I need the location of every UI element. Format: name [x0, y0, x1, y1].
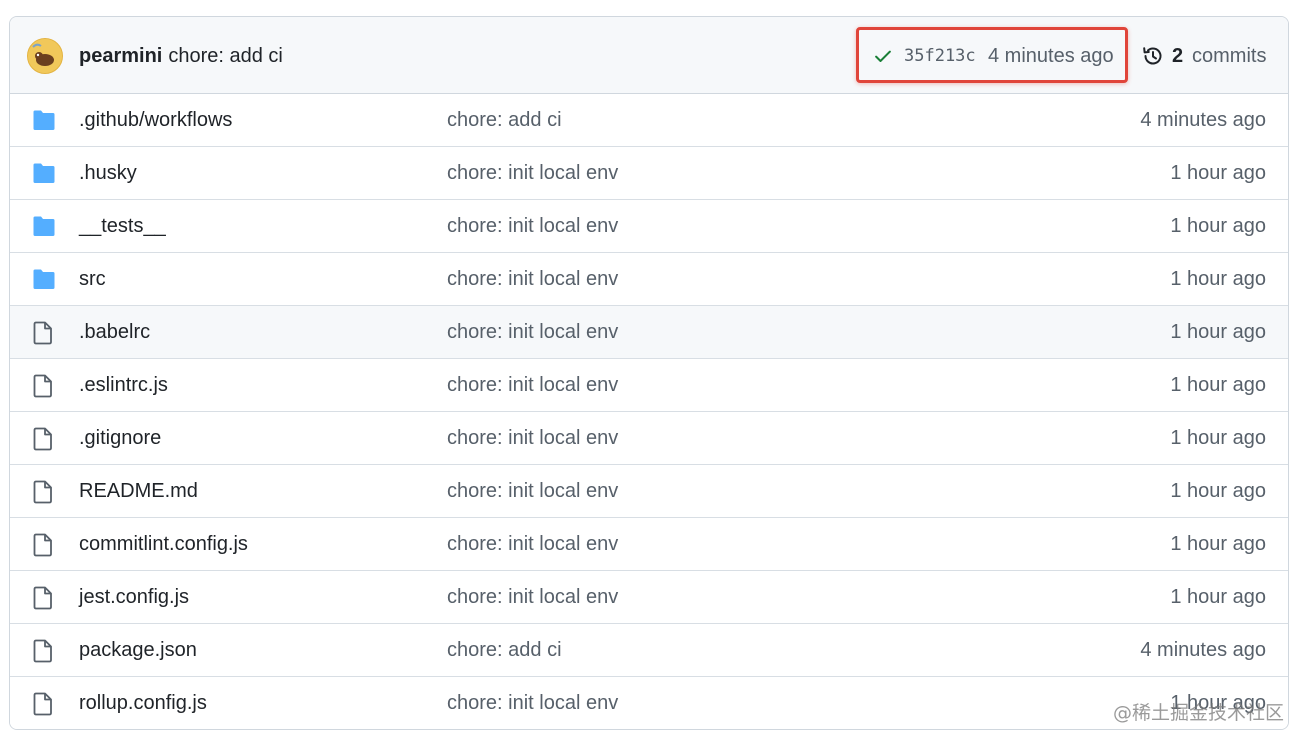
- folder-icon: [32, 162, 56, 189]
- file-name[interactable]: .github/workflows: [79, 107, 232, 133]
- commit-author-line: pearmini chore: add ci: [79, 43, 283, 69]
- file-commit-message[interactable]: chore: init local env: [447, 160, 618, 186]
- file-icon: [32, 480, 54, 509]
- file-name[interactable]: src: [79, 266, 106, 292]
- file-commit-message[interactable]: chore: add ci: [447, 107, 562, 133]
- latest-commit-bar: pearmini chore: add ci 35f213c 4 minutes …: [10, 17, 1288, 94]
- file-row[interactable]: .husky chore: init local env 1 hour ago: [10, 146, 1288, 199]
- file-row[interactable]: jest.config.js chore: init local env 1 hou…: [10, 570, 1288, 623]
- file-icon: [32, 586, 54, 615]
- file-commit-message[interactable]: chore: init local env: [447, 690, 618, 716]
- commit-author[interactable]: pearmini: [79, 45, 162, 67]
- file-commit-time: 1 hour ago: [1170, 480, 1266, 502]
- file-commit-message[interactable]: chore: init local env: [447, 584, 618, 610]
- commit-count: 2: [1172, 45, 1184, 67]
- commit-meta-highlight: 35f213c 4 minutes ago: [856, 27, 1128, 83]
- file-row[interactable]: package.json chore: add ci 4 minutes ago: [10, 623, 1288, 676]
- file-name[interactable]: rollup.config.js: [79, 690, 207, 716]
- file-commit-message[interactable]: chore: add ci: [447, 637, 562, 663]
- file-row[interactable]: .babelrc chore: init local env 1 hour ago: [10, 305, 1288, 358]
- folder-icon: [32, 215, 56, 242]
- file-row[interactable]: .gitignore chore: init local env 1 hour ag…: [10, 411, 1288, 464]
- file-icon: [32, 321, 54, 350]
- file-commit-time: 1 hour ago: [1170, 427, 1266, 449]
- file-commit-time: 4 minutes ago: [1140, 109, 1266, 131]
- file-icon: [32, 639, 54, 668]
- file-row[interactable]: .github/workflows chore: add ci 4 minutes …: [10, 94, 1288, 146]
- commit-count-label: commits: [1192, 45, 1267, 67]
- file-name[interactable]: .gitignore: [79, 425, 161, 451]
- file-commit-time: 1 hour ago: [1170, 268, 1266, 290]
- file-commit-time: 1 hour ago: [1170, 374, 1266, 396]
- file-name[interactable]: .eslintrc.js: [79, 372, 168, 398]
- folder-icon: [32, 268, 56, 295]
- file-commit-time: 1 hour ago: [1170, 586, 1266, 608]
- file-commit-time: 1 hour ago: [1170, 321, 1266, 343]
- author-avatar[interactable]: [27, 38, 63, 74]
- file-browser: pearmini chore: add ci 35f213c 4 minutes …: [9, 16, 1289, 730]
- file-commit-message[interactable]: chore: init local env: [447, 425, 618, 451]
- file-name[interactable]: jest.config.js: [79, 584, 189, 610]
- file-commit-message[interactable]: chore: init local env: [447, 319, 618, 345]
- folder-icon: [32, 109, 56, 136]
- commit-message[interactable]: chore: add ci: [168, 45, 283, 67]
- file-row[interactable]: README.md chore: init local env 1 hour ago: [10, 464, 1288, 517]
- file-row[interactable]: __tests__ chore: init local env 1 hour ago: [10, 199, 1288, 252]
- check-icon[interactable]: [873, 46, 893, 71]
- file-name[interactable]: .husky: [79, 160, 137, 186]
- file-commit-message[interactable]: chore: init local env: [447, 531, 618, 557]
- file-commit-message[interactable]: chore: init local env: [447, 478, 618, 504]
- file-name[interactable]: package.json: [79, 637, 197, 663]
- file-row[interactable]: .eslintrc.js chore: init local env 1 hour …: [10, 358, 1288, 411]
- file-row[interactable]: src chore: init local env 1 hour ago: [10, 252, 1288, 305]
- file-commit-message[interactable]: chore: init local env: [447, 266, 618, 292]
- commit-sha[interactable]: 35f213c: [904, 45, 976, 67]
- file-icon: [32, 374, 54, 403]
- file-name[interactable]: .babelrc: [79, 319, 150, 345]
- file-icon: [32, 427, 54, 456]
- history-icon: [1143, 47, 1162, 65]
- file-row[interactable]: rollup.config.js chore: init local env 1 h…: [10, 676, 1288, 729]
- commit-time: 4 minutes ago: [988, 45, 1114, 67]
- file-name[interactable]: __tests__: [79, 213, 166, 239]
- file-row[interactable]: commitlint.config.js chore: init local en…: [10, 517, 1288, 570]
- file-commit-message[interactable]: chore: init local env: [447, 213, 618, 239]
- file-commit-time: 1 hour ago: [1170, 215, 1266, 237]
- file-icon: [32, 692, 54, 721]
- file-name[interactable]: commitlint.config.js: [79, 531, 248, 557]
- file-commit-time: 4 minutes ago: [1140, 639, 1266, 661]
- file-commit-message[interactable]: chore: init local env: [447, 372, 618, 398]
- watermark: @稀土掘金技术社区: [1112, 702, 1284, 724]
- file-commit-time: 1 hour ago: [1170, 162, 1266, 184]
- file-list: .github/workflows chore: add ci 4 minutes …: [10, 94, 1288, 729]
- file-icon: [32, 533, 54, 562]
- file-commit-time: 1 hour ago: [1170, 533, 1266, 555]
- file-name[interactable]: README.md: [79, 478, 198, 504]
